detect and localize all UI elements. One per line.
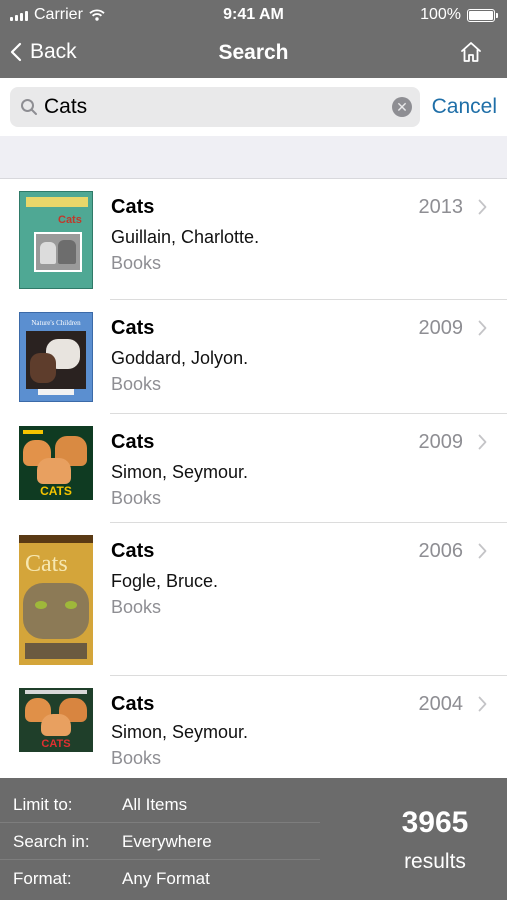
clear-icon[interactable]: ✕ bbox=[392, 97, 412, 117]
back-label: Back bbox=[30, 40, 77, 63]
result-format: Books bbox=[111, 253, 162, 273]
cover-title: Cats bbox=[25, 551, 68, 577]
search-footer: Limit to: All Items Search in: Everywher… bbox=[0, 778, 507, 900]
result-format: Books bbox=[111, 488, 162, 508]
filter-label: Limit to: bbox=[13, 795, 73, 814]
result-author: Fogle, Bruce. bbox=[111, 571, 219, 591]
chevron-right-icon bbox=[478, 199, 487, 215]
nav-bar: Back Search bbox=[0, 30, 507, 78]
section-divider bbox=[0, 136, 507, 179]
result-title: Cats bbox=[111, 317, 155, 339]
search-bar: ✕ Cancel bbox=[0, 78, 507, 136]
filter-search-in[interactable]: Search in: Everywhere bbox=[0, 823, 320, 860]
home-button[interactable] bbox=[459, 40, 483, 69]
result-format: Books bbox=[111, 374, 162, 394]
result-year: 2013 bbox=[418, 196, 464, 218]
result-year: 2004 bbox=[418, 693, 464, 715]
list-item[interactable]: Cats Cats Fogle, Bruce. Books 2006 bbox=[0, 523, 507, 676]
list-item[interactable]: Cats Cats Guillain, Charlotte. Books 201… bbox=[0, 179, 507, 300]
cover-title: Cats bbox=[58, 214, 82, 226]
list-item[interactable]: CATS Cats Simon, Seymour. Books 2009 bbox=[0, 414, 507, 523]
filter-label: Format: bbox=[13, 869, 72, 888]
filter-format[interactable]: Format: Any Format bbox=[0, 860, 320, 897]
book-cover: CATS bbox=[19, 426, 93, 500]
result-format: Books bbox=[111, 597, 162, 617]
cover-title: CATS bbox=[40, 484, 72, 498]
result-count-label: results bbox=[404, 850, 466, 873]
result-title: Cats bbox=[111, 540, 155, 562]
result-year: 2006 bbox=[418, 540, 464, 562]
result-count: 3965 bbox=[401, 806, 469, 839]
book-cover: Cats bbox=[19, 535, 93, 665]
cover-title: Nature's Children bbox=[31, 319, 81, 327]
result-title: Cats bbox=[111, 693, 155, 715]
filter-value: Everywhere bbox=[122, 832, 212, 851]
cancel-button[interactable]: Cancel bbox=[432, 95, 497, 119]
result-title: Cats bbox=[111, 196, 155, 218]
cover-title: CATS bbox=[41, 738, 71, 750]
chevron-left-icon bbox=[10, 42, 22, 62]
filter-value: Any Format bbox=[122, 869, 210, 888]
result-author: Simon, Seymour. bbox=[111, 722, 249, 742]
battery-fill bbox=[469, 10, 493, 20]
list-item[interactable]: CATS Cats Simon, Seymour. Books 2004 bbox=[0, 676, 507, 778]
result-author: Guillain, Charlotte. bbox=[111, 227, 260, 247]
back-button[interactable]: Back bbox=[10, 40, 77, 64]
search-input[interactable] bbox=[44, 95, 392, 119]
book-cover: CATS bbox=[19, 688, 93, 752]
result-author: Simon, Seymour. bbox=[111, 462, 249, 482]
home-icon bbox=[461, 42, 481, 62]
search-field[interactable]: ✕ bbox=[10, 87, 420, 127]
result-author: Goddard, Jolyon. bbox=[111, 348, 249, 368]
status-right: 100% bbox=[420, 6, 498, 24]
book-cover: Cats bbox=[19, 191, 93, 289]
result-title: Cats bbox=[111, 431, 155, 453]
status-bar: Carrier 9:41 AM 100% bbox=[0, 0, 507, 30]
chevron-right-icon bbox=[478, 320, 487, 336]
filter-value: All Items bbox=[122, 795, 188, 814]
list-item[interactable]: Nature's Children Cats Goddard, Jolyon. … bbox=[0, 300, 507, 414]
battery-icon bbox=[467, 8, 498, 22]
chevron-right-icon bbox=[478, 696, 487, 712]
filter-limit-to[interactable]: Limit to: All Items bbox=[0, 786, 320, 823]
search-icon bbox=[20, 98, 38, 116]
chevron-right-icon bbox=[478, 434, 487, 450]
book-cover: Nature's Children bbox=[19, 312, 93, 402]
result-year: 2009 bbox=[418, 317, 464, 339]
battery-percent: 100% bbox=[420, 6, 461, 23]
result-format: Books bbox=[111, 748, 162, 768]
result-year: 2009 bbox=[418, 431, 464, 453]
filter-label: Search in: bbox=[13, 832, 90, 851]
results-list: Cats Cats Guillain, Charlotte. Books 201… bbox=[0, 179, 507, 778]
chevron-right-icon bbox=[478, 543, 487, 559]
